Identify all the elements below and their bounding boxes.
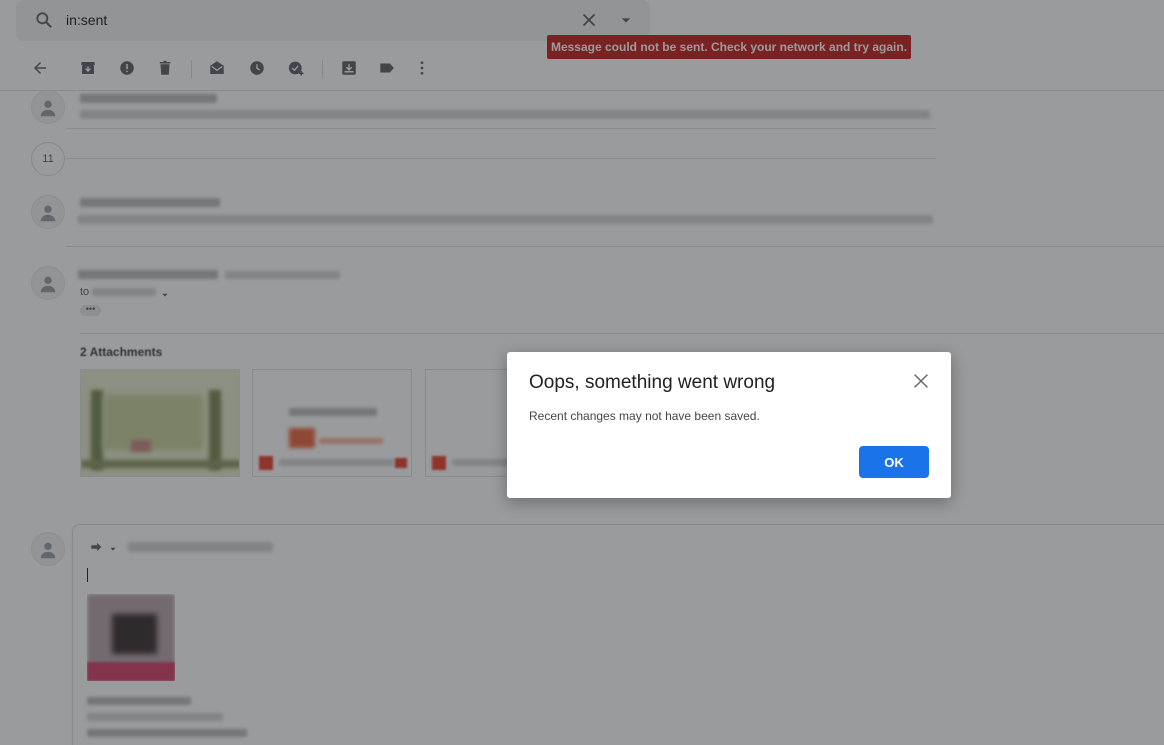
close-icon[interactable] (910, 370, 932, 392)
dialog-message: Recent changes may not have been saved. (529, 409, 760, 423)
error-dialog: Oops, something went wrong Recent change… (507, 352, 951, 498)
ok-button[interactable]: OK (859, 446, 929, 478)
dialog-title: Oops, something went wrong (529, 372, 776, 393)
